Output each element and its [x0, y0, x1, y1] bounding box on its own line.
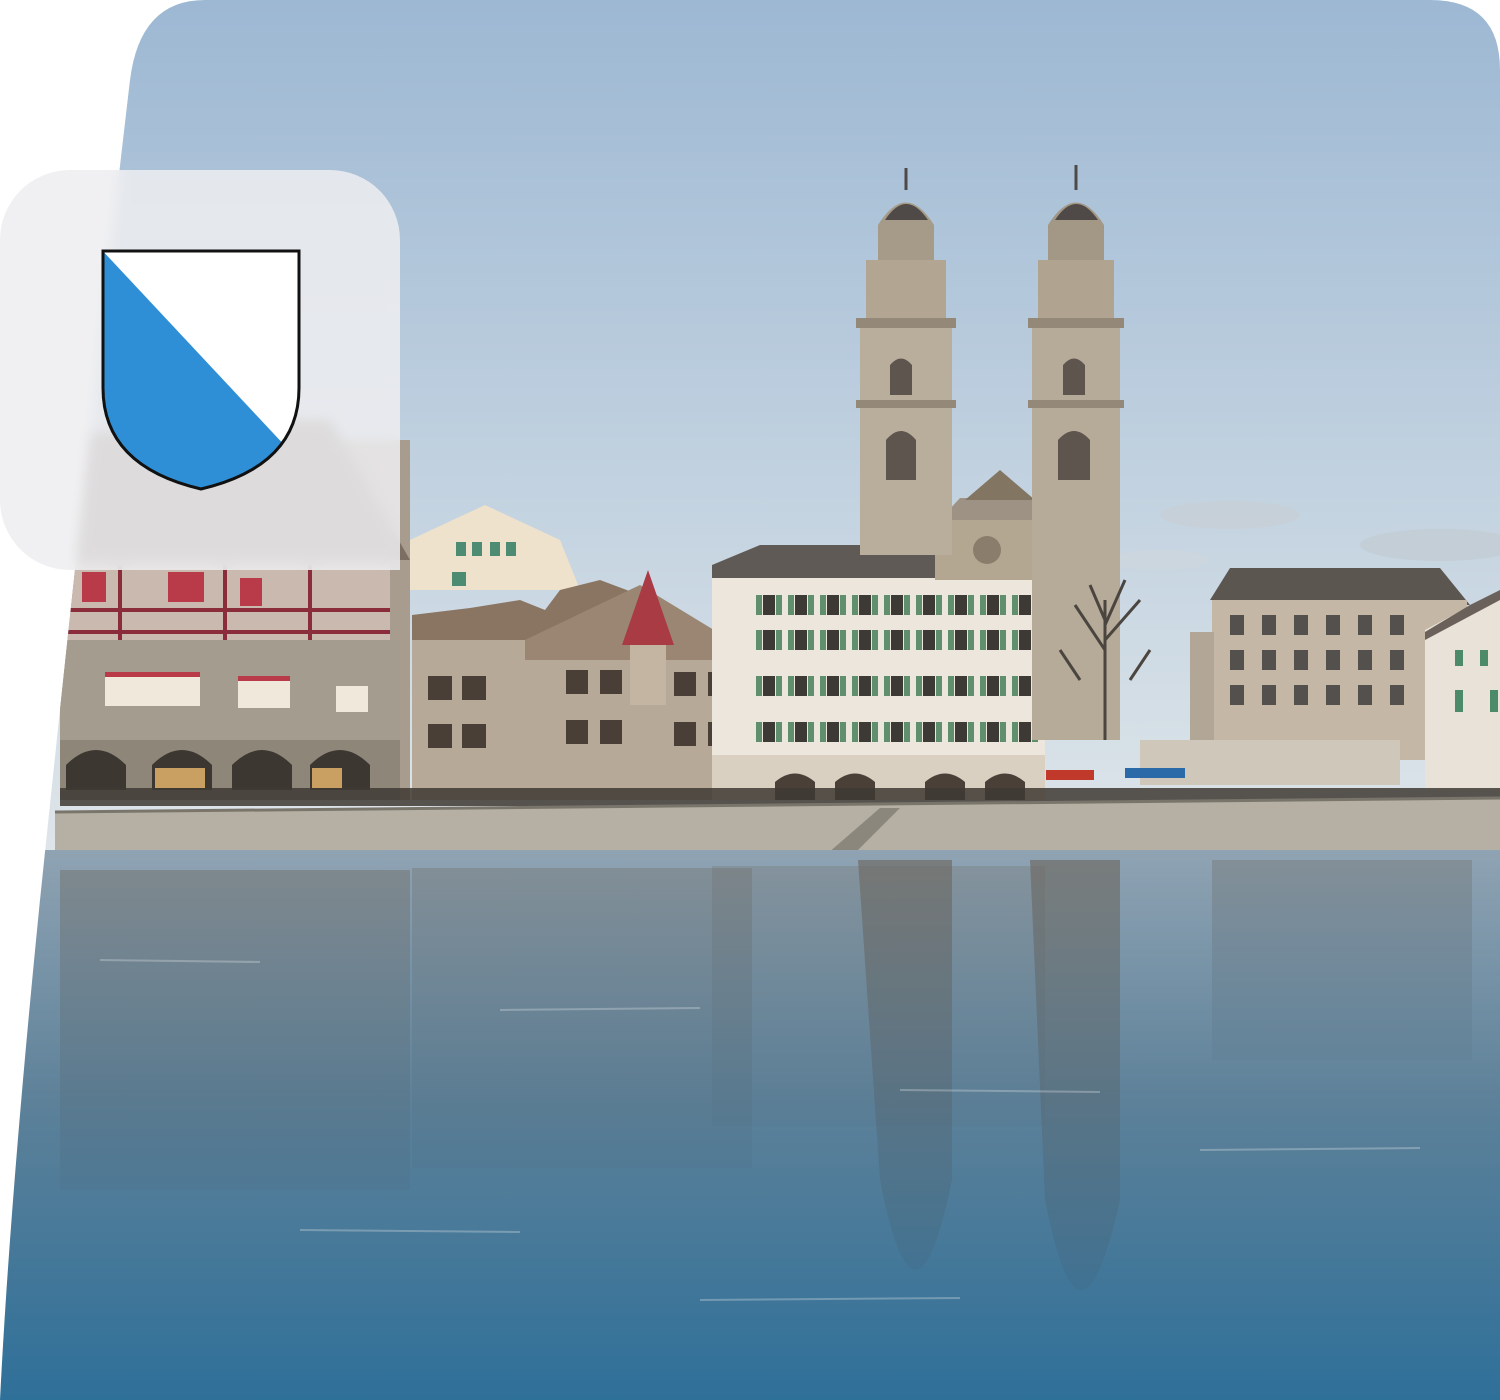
- building-white-shutters: [712, 545, 1045, 800]
- zurich-coat-of-arms-icon: [101, 249, 301, 491]
- awning-red: [1046, 770, 1094, 780]
- awning-blue: [1125, 768, 1185, 778]
